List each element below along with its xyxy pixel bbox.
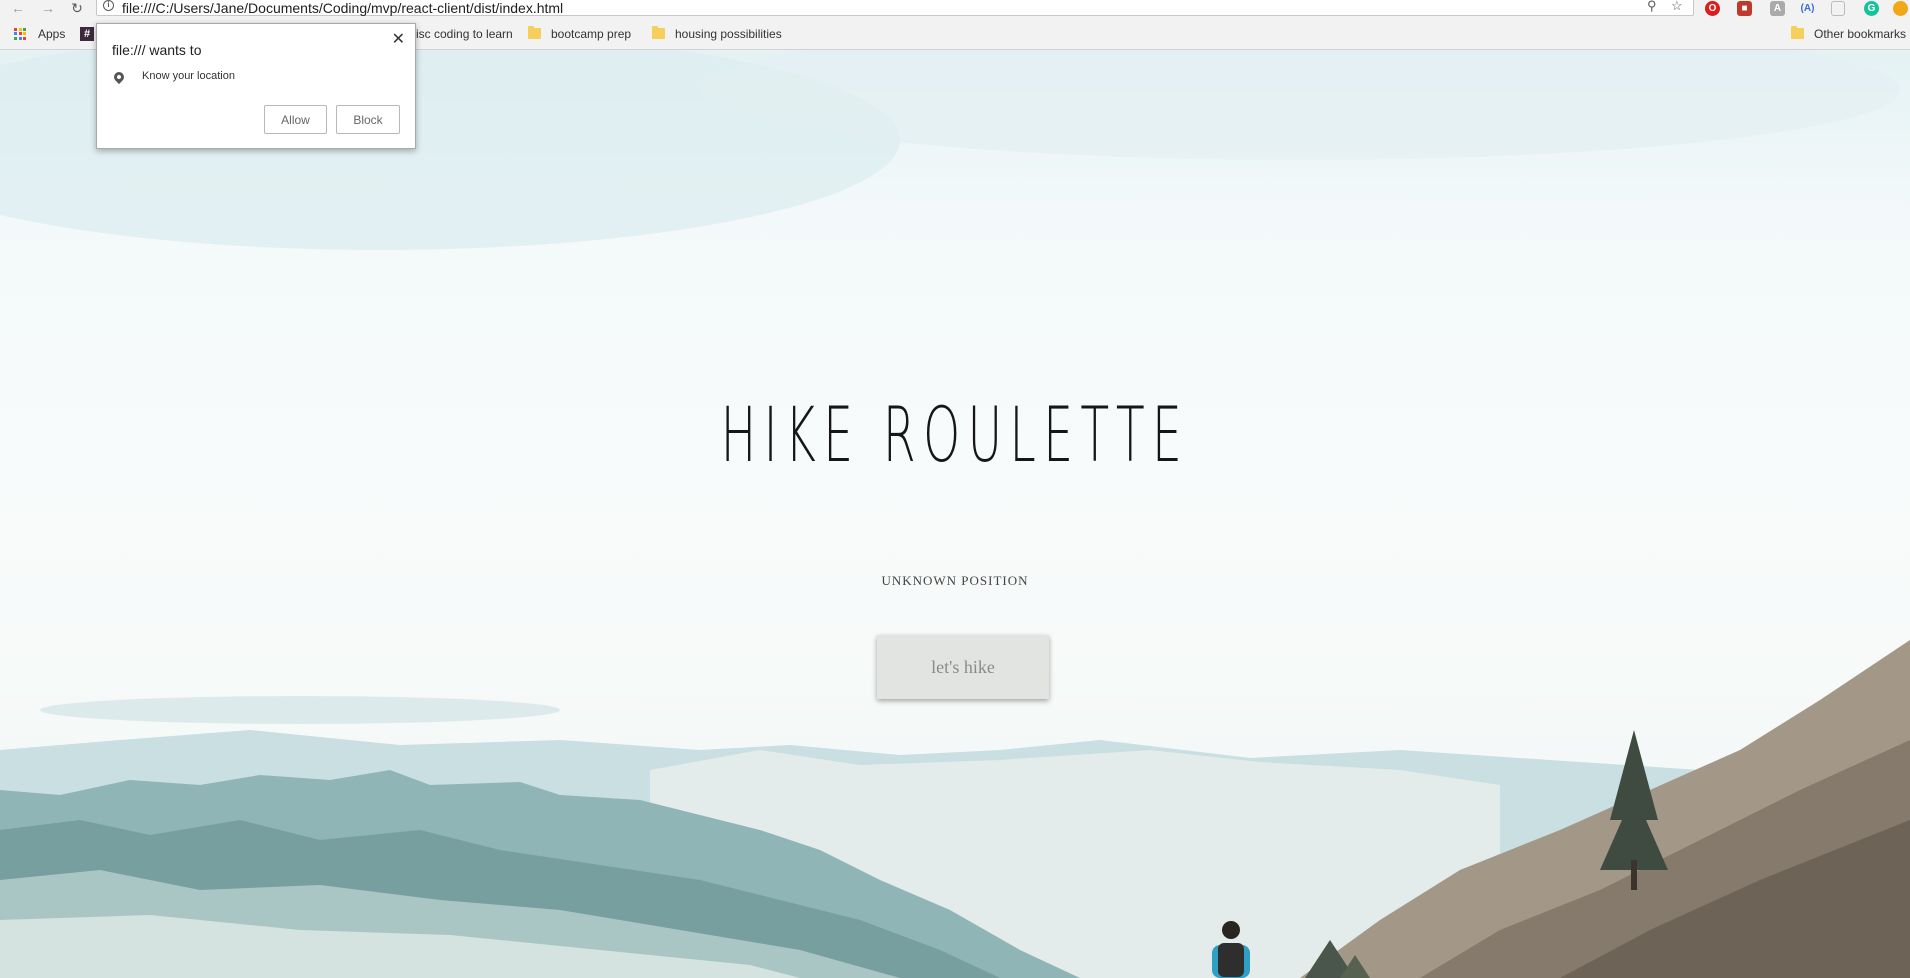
bookmark-label: isc coding to learn bbox=[416, 26, 513, 41]
ext-doc-icon[interactable] bbox=[1831, 1, 1845, 16]
location-permission-popup: file:/// wants to ✕ Know your location A… bbox=[96, 23, 416, 149]
folder-icon bbox=[1791, 26, 1804, 39]
ext-a-icon[interactable]: A bbox=[1770, 1, 1785, 16]
bookmark-other[interactable]: Other bookmarks bbox=[1791, 17, 1906, 50]
reload-icon[interactable]: ↻ bbox=[67, 0, 87, 17]
opera-icon[interactable]: O bbox=[1705, 1, 1720, 16]
browser-toolbar: ← → ↻ i file:///C:/Users/Jane/Documents/… bbox=[0, 0, 1910, 17]
lets-hike-button[interactable]: let's hike bbox=[877, 635, 1049, 699]
folder-icon bbox=[528, 26, 541, 39]
ext-a-circle-icon[interactable]: (A) bbox=[1800, 1, 1815, 16]
block-button[interactable]: Block bbox=[336, 105, 400, 134]
apps-grid-icon bbox=[14, 27, 26, 40]
allow-button[interactable]: Allow bbox=[264, 105, 327, 134]
folder-icon bbox=[652, 26, 665, 39]
address-bar[interactable]: i file:///C:/Users/Jane/Documents/Coding… bbox=[96, 0, 1694, 16]
ext-red-icon[interactable]: ■ bbox=[1737, 1, 1752, 16]
position-status: UNKNOWN POSITION bbox=[881, 573, 1029, 588]
permission-text: Know your location bbox=[142, 70, 235, 82]
close-icon[interactable]: ✕ bbox=[392, 32, 405, 48]
bookmark-label: Other bookmarks bbox=[1814, 26, 1907, 41]
bookmark-bootcamp-prep[interactable]: bootcamp prep bbox=[528, 17, 631, 50]
ext-orange-icon[interactable] bbox=[1893, 1, 1908, 16]
page-content: HIKE ROULETTE UNKNOWN POSITION let's hik… bbox=[0, 50, 1910, 978]
zoom-icon[interactable]: ⚲ bbox=[1647, 0, 1657, 12]
url-text: file:///C:/Users/Jane/Documents/Coding/m… bbox=[122, 0, 564, 16]
info-icon[interactable]: i bbox=[103, 0, 114, 11]
grammarly-icon[interactable]: G bbox=[1864, 1, 1879, 16]
bookmark-isc-coding[interactable]: isc coding to learn bbox=[416, 17, 513, 50]
bookmark-label: bootcamp prep bbox=[551, 26, 632, 41]
bookmark-label: housing possibilities bbox=[675, 26, 782, 41]
bookmark-apps[interactable]: Apps bbox=[14, 17, 65, 50]
bookmark-label: Apps bbox=[38, 26, 66, 41]
page-title: HIKE ROULETTE bbox=[720, 390, 1190, 479]
back-arrow-icon[interactable]: ← bbox=[8, 0, 28, 17]
forward-arrow-icon[interactable]: → bbox=[38, 0, 58, 17]
popup-title: file:/// wants to bbox=[112, 42, 202, 58]
mountain-landscape-image bbox=[0, 50, 1910, 978]
hash-icon: # bbox=[80, 26, 94, 41]
bookmark-housing[interactable]: housing possibilities bbox=[652, 17, 782, 50]
star-icon[interactable]: ☆ bbox=[1671, 0, 1683, 12]
bookmark-hash[interactable]: # bbox=[80, 17, 94, 50]
location-pin-icon bbox=[111, 69, 127, 85]
